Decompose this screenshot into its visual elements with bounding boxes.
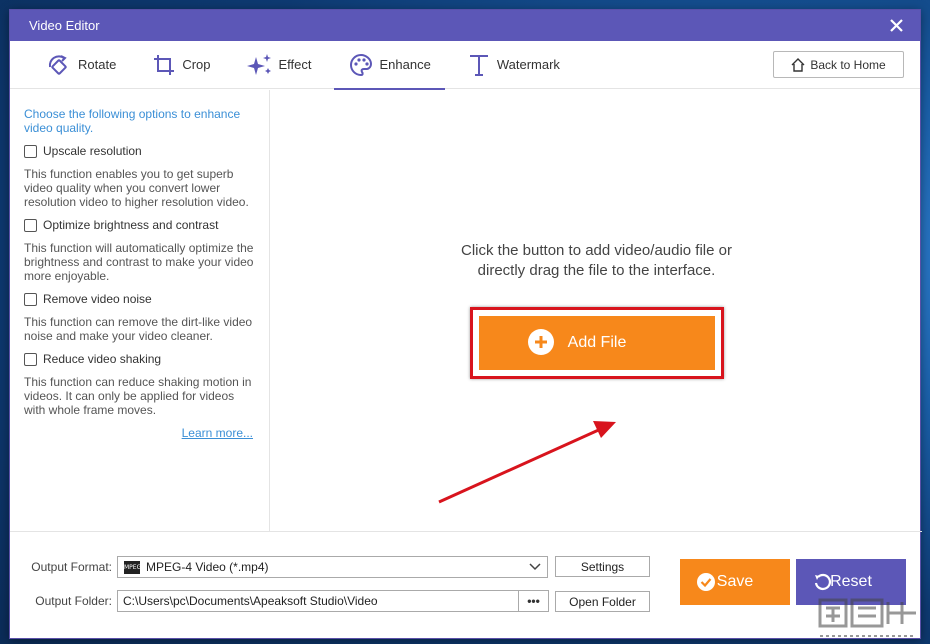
tab-watermark[interactable]: Watermark — [453, 41, 574, 89]
tab-enhance[interactable]: Enhance — [333, 41, 446, 90]
option-description: This function enables you to get superb … — [24, 167, 249, 209]
output-format-select[interactable]: MPEG MPEG-4 Video (*.mp4) — [117, 556, 548, 578]
mpeg-format-icon: MPEG — [124, 560, 141, 574]
save-label: Save — [716, 573, 754, 590]
tab-watermark-label: Watermark — [496, 57, 560, 72]
tab-crop-label: Crop — [182, 57, 211, 72]
sparkle-icon — [246, 53, 271, 75]
learn-more-link[interactable]: Learn more... — [24, 426, 253, 440]
option-label: Reduce video shaking — [43, 352, 162, 366]
red-pointer-arrow-icon — [438, 421, 616, 504]
output-format-label: Output Format: — [31, 560, 112, 574]
home-icon — [791, 57, 805, 72]
output-bar: Output Format: MPEG MPEG-4 Video (*.mp4)… — [10, 531, 922, 640]
close-icon — [889, 19, 903, 32]
output-folder-label: Output Folder: — [35, 594, 112, 608]
reset-icon — [814, 573, 831, 590]
tab-enhance-label: Enhance — [379, 57, 431, 72]
site-watermark-logo — [818, 598, 916, 637]
text-t-icon — [469, 54, 488, 76]
option-description: This function can reduce shaking motion … — [24, 375, 252, 417]
open-folder-button[interactable]: Open Folder — [555, 591, 650, 612]
option-upscale-resolution[interactable]: Upscale resolution — [24, 144, 255, 158]
option-reduce-shaking[interactable]: Reduce video shaking — [24, 352, 255, 366]
crop-icon — [154, 54, 175, 75]
option-description: This function can remove the dirt-like v… — [24, 315, 253, 343]
option-label: Optimize brightness and contrast — [43, 218, 219, 232]
tab-rotate-label: Rotate — [78, 57, 117, 72]
brightness-checkbox[interactable] — [24, 218, 37, 232]
editor-toolbar: Rotate Crop Effect Enhance Watermark Bac… — [10, 41, 920, 90]
option-remove-noise[interactable]: Remove video noise — [24, 292, 255, 306]
upscale-checkbox[interactable] — [24, 144, 37, 158]
option-description: This function will automatically optimiz… — [24, 241, 254, 283]
option-label: Remove video noise — [43, 292, 152, 306]
shaking-checkbox[interactable] — [24, 352, 37, 366]
palette-icon — [349, 53, 372, 76]
output-folder-value: C:\Users\pc\Documents\Apeaksoft Studio\V… — [123, 594, 378, 608]
option-label: Upscale resolution — [43, 144, 142, 158]
check-circle-icon — [697, 573, 715, 591]
reset-label: Reset — [830, 573, 872, 590]
tab-crop[interactable]: Crop — [138, 41, 224, 89]
title-bar: Video Editor — [10, 10, 920, 41]
back-to-home-label: Back to Home — [810, 57, 886, 72]
save-button[interactable]: Save — [680, 559, 790, 605]
video-editor-window: Video Editor Rotate Crop Effect Enhance … — [9, 9, 922, 640]
settings-button[interactable]: Settings — [555, 556, 650, 577]
enhance-intro-text: Choose the following options to enhance … — [24, 107, 241, 135]
tab-effect-label: Effect — [278, 57, 312, 72]
window-title: Video Editor — [29, 18, 100, 33]
tab-rotate[interactable]: Rotate — [32, 41, 130, 89]
output-folder-field[interactable]: C:\Users\pc\Documents\Apeaksoft Studio\V… — [117, 590, 519, 612]
rotate-icon — [48, 54, 67, 75]
drop-zone[interactable]: Click the button to add video/audio file… — [271, 90, 922, 531]
browse-folder-button[interactable]: ••• — [519, 590, 549, 612]
tab-effect[interactable]: Effect — [233, 41, 326, 89]
close-button[interactable] — [886, 16, 906, 36]
chevron-down-icon — [529, 563, 541, 571]
enhance-options-panel: Choose the following options to enhance … — [10, 90, 270, 531]
noise-checkbox[interactable] — [24, 292, 37, 306]
option-optimize-brightness[interactable]: Optimize brightness and contrast — [24, 218, 255, 232]
output-format-value: MPEG-4 Video (*.mp4) — [146, 560, 269, 574]
back-to-home-button[interactable]: Back to Home — [773, 51, 904, 78]
